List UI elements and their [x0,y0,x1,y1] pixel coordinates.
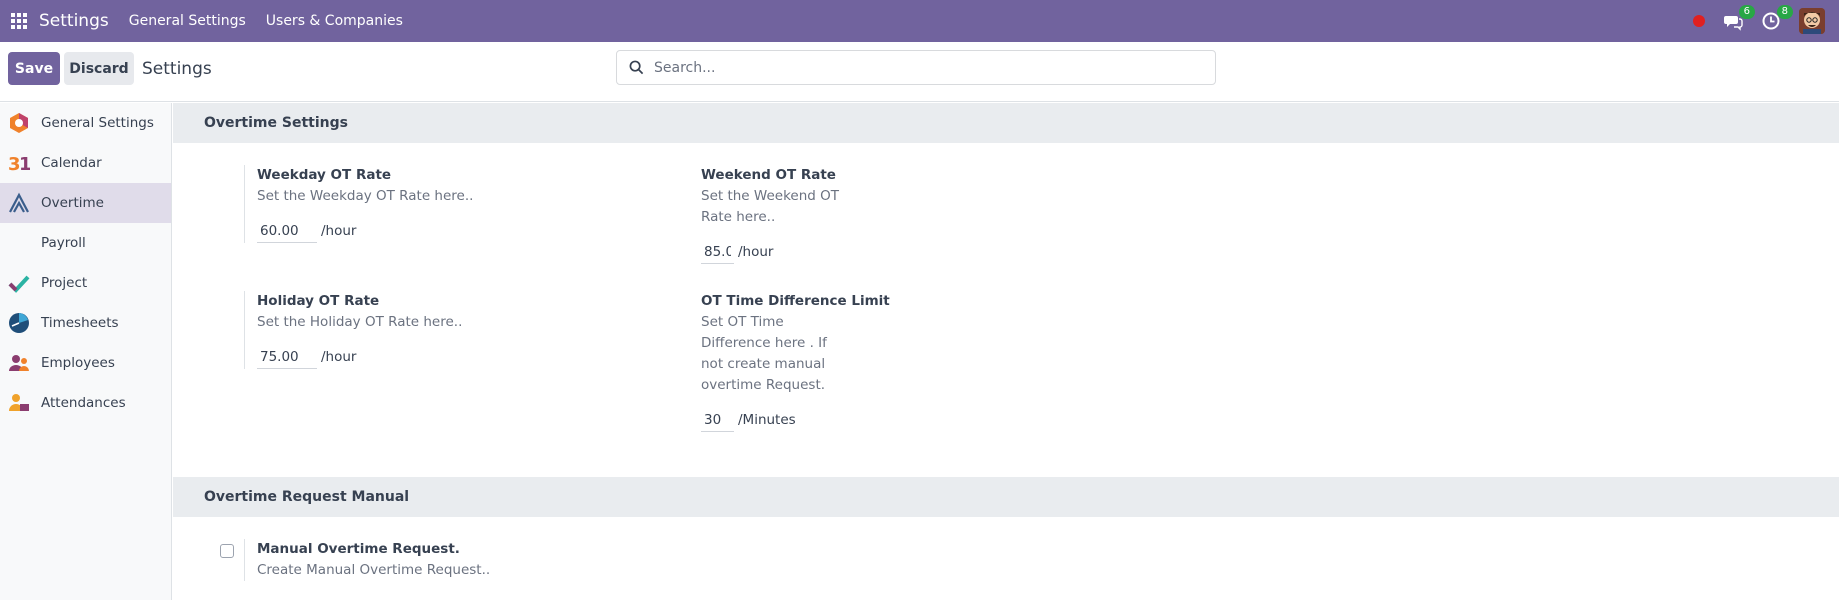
general-settings-icon [8,112,30,134]
section-heading-overtime-request-manual: Overtime Request Manual [173,477,1839,517]
setting-weekday-ot-rate: Weekday OT Rate Set the Weekday OT Rate … [244,165,473,243]
activities-count-badge: 8 [1776,5,1793,19]
setting-manual-overtime-request: Manual Overtime Request. Create Manual O… [244,539,490,581]
setting-description-line: Difference here . If [701,335,827,351]
search-box[interactable] [616,50,1216,85]
unit-label: /hour [321,349,357,365]
settings-sidebar: General Settings 31 Calendar Overtime Pa… [0,103,172,600]
setting-description: Set the Weekday OT Rate here.. [257,188,474,204]
apps-menu-icon[interactable] [11,13,27,29]
user-avatar[interactable] [1799,8,1825,34]
setting-ot-time-difference-limit: OT Time Difference Limit Set OT Time Dif… [699,291,899,432]
settings-content: Overtime Settings Weekday OT Rate Set th… [173,103,1839,600]
svg-text:1: 1 [19,154,30,174]
activities-clock-icon[interactable]: 8 [1761,5,1793,31]
attendances-icon [8,392,30,414]
weekend-ot-rate-input[interactable] [701,240,734,264]
sidebar-item-general-settings[interactable]: General Settings [0,103,171,143]
setting-title: Holiday OT Rate [257,293,380,309]
setting-title: Weekend OT Rate [701,167,836,183]
holiday-ot-rate-input[interactable] [257,345,317,369]
sidebar-item-label: Employees [41,355,115,371]
messages-icon[interactable]: 6 [1723,5,1755,31]
sidebar-item-calendar[interactable]: 31 Calendar [0,143,171,183]
sidebar-item-label: General Settings [41,115,154,131]
sidebar-item-label: Payroll [41,235,86,251]
top-navbar: Settings General Settings Users & Compan… [0,0,1839,42]
discard-button[interactable]: Discard [64,52,134,85]
project-icon [8,272,30,294]
manual-overtime-request-checkbox[interactable] [220,544,234,558]
search-input[interactable] [654,59,1194,76]
systray: 6 8 [1693,0,1825,42]
sidebar-item-employees[interactable]: Employees [0,343,171,383]
overtime-icon [8,192,30,214]
setting-description-line: overtime Request. [701,377,826,393]
ot-time-difference-input[interactable] [701,408,734,432]
nav-menu: General Settings Users & Companies [129,13,403,29]
setting-description-line: not create manual [701,356,826,372]
calendar-icon: 31 [8,152,30,174]
search-icon [629,60,644,75]
setting-description: Set the Holiday OT Rate here.. [257,314,463,330]
sidebar-item-label: Calendar [41,155,102,171]
sidebar-item-label: Project [41,275,88,291]
setting-description-line: Rate here.. [701,209,776,225]
unit-label: /hour [738,244,774,260]
menu-general-settings[interactable]: General Settings [129,13,246,29]
setting-weekend-ot-rate: Weekend OT Rate Set the Weekend OT Rate … [699,165,859,264]
control-panel: Save Discard Settings [0,42,1839,102]
setting-title: Manual Overtime Request. [257,541,460,557]
employees-icon [8,352,30,374]
page-title: Settings [142,59,212,79]
sidebar-item-overtime[interactable]: Overtime [0,183,171,223]
section-heading-overtime-settings: Overtime Settings [173,103,1839,143]
unit-label: /Minutes [738,412,796,428]
unit-label: /hour [321,223,357,239]
setting-description: Create Manual Overtime Request.. [257,562,491,578]
sidebar-item-label: Attendances [41,395,126,411]
sidebar-item-timesheets[interactable]: Timesheets [0,303,171,343]
sidebar-item-attendances[interactable]: Attendances [0,383,171,423]
sidebar-item-project[interactable]: Project [0,263,171,303]
save-button[interactable]: Save [8,52,60,85]
sidebar-item-payroll[interactable]: Payroll [0,223,171,263]
weekday-ot-rate-input[interactable] [257,219,317,243]
setting-holiday-ot-rate: Holiday OT Rate Set the Holiday OT Rate … [244,291,462,369]
setting-title: Weekday OT Rate [257,167,392,183]
menu-users-companies[interactable]: Users & Companies [266,13,403,29]
sidebar-item-label: Timesheets [41,315,119,331]
timesheets-icon [8,312,30,334]
setting-description-line: Set OT Time [701,314,784,330]
messages-count-badge: 6 [1738,5,1755,19]
app-title[interactable]: Settings [39,11,109,31]
setting-description-line: Set the Weekend OT [701,188,840,204]
sidebar-item-label: Overtime [41,195,104,211]
setting-title: OT Time Difference Limit [701,293,890,309]
recording-indicator-icon[interactable] [1693,15,1705,27]
